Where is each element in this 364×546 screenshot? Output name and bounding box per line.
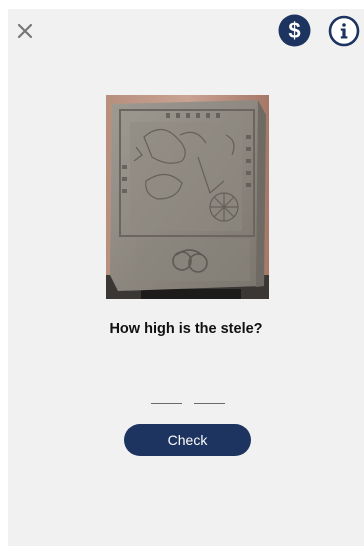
info-button[interactable] [328,15,360,47]
dollar-coin-icon: $ [278,14,311,47]
coins-button[interactable]: $ [278,14,311,47]
close-icon [17,23,33,39]
close-button[interactable] [15,21,35,41]
stele-image [106,95,269,299]
check-button[interactable]: Check [124,424,251,456]
question-text: How high is the stele? [109,321,263,337]
answer-blank[interactable] [194,391,225,404]
answer-blank[interactable] [151,391,182,404]
info-icon [328,15,360,47]
quiz-screen: $ How high is the stele? Check [8,9,364,546]
svg-text:$: $ [288,18,300,43]
answer-blanks[interactable] [151,390,225,404]
